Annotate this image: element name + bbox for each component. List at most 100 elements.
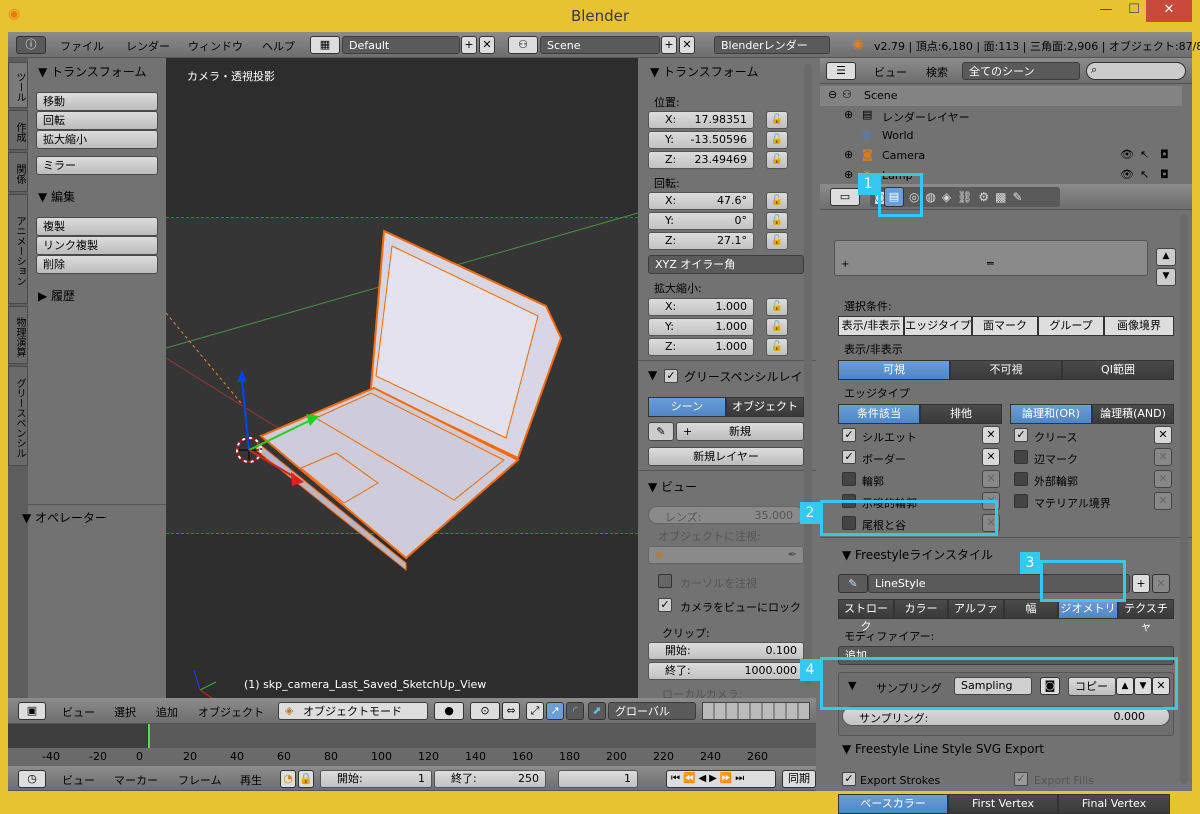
- orientation-dropdown[interactable]: グローバル: [608, 702, 696, 720]
- lock-icon[interactable]: 🔒: [298, 770, 314, 788]
- sync-dropdown[interactable]: 同期: [782, 770, 816, 788]
- outliner-row-renderlayer[interactable]: ⊕ ▤ レンダーレイヤー: [820, 106, 1182, 126]
- move-down-icon[interactable]: ▼: [1156, 268, 1176, 286]
- outliner-filter-dropdown[interactable]: 全てのシーン: [962, 62, 1080, 80]
- layout-field[interactable]: Default: [342, 36, 460, 54]
- cursor-icon[interactable]: ↖: [1140, 148, 1149, 161]
- outliner-view-menu[interactable]: ビュー: [874, 64, 907, 80]
- layers-grid[interactable]: [702, 702, 810, 720]
- gp-new-layer-button[interactable]: 新規レイヤー: [648, 447, 804, 466]
- lock-cursor-checkbox[interactable]: [658, 574, 672, 588]
- rotation-y-field[interactable]: Y: 0°: [648, 212, 754, 230]
- 3d-viewport[interactable]: カメラ・透視投影 (1) skp_camera_Last_Saved_Sketc…: [166, 58, 638, 698]
- minimize-button[interactable]: —: [1092, 0, 1120, 22]
- edge-mark-checkbox[interactable]: [1014, 450, 1028, 464]
- playback-controls[interactable]: ⏮⏪◀▶⏩⏭: [666, 770, 776, 788]
- eye-icon[interactable]: 👁: [1120, 148, 1134, 161]
- lock-icon[interactable]: 🔓: [766, 151, 788, 169]
- exclude-toggle-icon[interactable]: ✕: [982, 426, 1000, 444]
- tab-relations[interactable]: 関係: [8, 152, 28, 192]
- n-panel-scrollbar[interactable]: [804, 64, 812, 684]
- gp-panel-header[interactable]: グリースペンシルレイ: [684, 368, 803, 385]
- marker-menu[interactable]: マーカー: [114, 772, 158, 788]
- linestyle-panel-header[interactable]: ▼ Freestyleラインスタイル: [842, 546, 993, 563]
- select-menu[interactable]: 選択: [114, 704, 136, 720]
- svg-mode-first-vertex[interactable]: First Vertex: [948, 794, 1058, 814]
- menu-window[interactable]: ウィンドウ: [188, 38, 243, 54]
- scene-remove-icon[interactable]: ✕: [679, 36, 695, 54]
- operator-panel-header[interactable]: ▼ オペレーター: [22, 509, 107, 526]
- mirror-button[interactable]: ミラー: [36, 156, 158, 175]
- outliner-row-world[interactable]: ◍ World: [820, 126, 1182, 146]
- maximize-button[interactable]: ☐: [1120, 0, 1148, 22]
- location-y-field[interactable]: Y: -13.50596: [648, 131, 754, 149]
- location-x-field[interactable]: X: 17.98351: [648, 111, 754, 129]
- gp-collapse-icon[interactable]: ▼: [648, 368, 657, 382]
- mode-dropdown[interactable]: ◈ オブジェクトモード: [278, 702, 428, 720]
- lock-icon[interactable]: 🔓: [766, 212, 788, 230]
- expand-icon[interactable]: ⊕: [844, 168, 853, 181]
- visibility-visible[interactable]: 可視: [838, 360, 950, 380]
- outliner-editor-icon[interactable]: ☰: [826, 62, 856, 80]
- logic-and[interactable]: 論理積(AND): [1092, 404, 1174, 424]
- tab-tools[interactable]: ツール: [8, 62, 28, 108]
- svg-export-panel-header[interactable]: ▼ Freestyle Line Style SVG Export: [842, 742, 1044, 756]
- tab-animation[interactable]: アニメーション: [8, 194, 28, 304]
- edge-external-contour-checkbox[interactable]: [1014, 472, 1028, 486]
- current-frame-field[interactable]: 1: [558, 770, 638, 788]
- expand-icon[interactable]: ⊕: [844, 108, 853, 121]
- pivot-icon[interactable]: ⊙: [470, 702, 500, 720]
- edge-border-checkbox[interactable]: ✓: [842, 450, 856, 464]
- scale-button[interactable]: 拡大縮小: [36, 130, 158, 149]
- current-frame-marker[interactable]: [148, 724, 150, 748]
- lock-icon[interactable]: 🔓: [766, 131, 788, 149]
- gp-enable-checkbox[interactable]: ✓: [664, 369, 678, 383]
- scale-gizmo-icon[interactable]: ⬈: [588, 702, 606, 720]
- view-panel-header[interactable]: ▼ ビュー: [648, 478, 697, 495]
- lock-icon[interactable]: 🔓: [766, 192, 788, 210]
- exclude-toggle-icon[interactable]: ✕: [1154, 448, 1172, 466]
- scale-z-field[interactable]: Z: 1.000: [648, 338, 754, 356]
- transform-panel-header[interactable]: ▼ トランスフォーム: [38, 63, 146, 80]
- ls-tab-alpha[interactable]: アルファ: [948, 599, 1004, 619]
- edge-inclusive[interactable]: 条件該当: [838, 404, 920, 424]
- transform-gizmo-icon[interactable]: ⤢: [526, 702, 544, 720]
- lineset-list[interactable]: + ═: [834, 240, 1148, 276]
- rotation-z-field[interactable]: Z: 27.1°: [648, 232, 754, 250]
- edge-exclusive[interactable]: 排他: [920, 404, 1002, 424]
- clip-end-field[interactable]: 終了: 1000.000: [648, 662, 804, 680]
- sel-tab-image-border[interactable]: 画像境界: [1104, 316, 1174, 336]
- edge-crease-checkbox[interactable]: ✓: [1014, 428, 1028, 442]
- info-editor-icon[interactable]: ⓘ: [16, 36, 46, 54]
- playback-menu[interactable]: 再生: [240, 772, 262, 788]
- frame-menu[interactable]: フレーム: [178, 772, 222, 788]
- ls-tab-thickness[interactable]: 幅: [1004, 599, 1058, 619]
- object-menu[interactable]: オブジェクト: [198, 704, 264, 720]
- gp-tab-object[interactable]: オブジェクト: [726, 397, 804, 417]
- linestyle-add-icon[interactable]: +: [1132, 574, 1150, 593]
- svg-mode-final-vertex[interactable]: Final Vertex: [1058, 794, 1170, 814]
- layout-remove-icon[interactable]: ✕: [479, 36, 495, 54]
- outliner-search-menu[interactable]: 検索: [926, 64, 948, 80]
- exclude-toggle-icon[interactable]: ✕: [982, 448, 1000, 466]
- export-strokes-checkbox[interactable]: ✓: [842, 772, 856, 786]
- layout-add-icon[interactable]: +: [461, 36, 477, 54]
- view-menu[interactable]: ビュー: [62, 704, 95, 720]
- scene-field[interactable]: Scene: [540, 36, 660, 54]
- rotate-gizmo-icon[interactable]: ◜: [566, 702, 584, 720]
- export-fills-checkbox[interactable]: ✓: [1014, 772, 1028, 786]
- lock-icon[interactable]: 🔓: [766, 111, 788, 129]
- clock-icon[interactable]: ◷: [18, 770, 46, 788]
- render-engine-dropdown[interactable]: Blenderレンダー: [714, 36, 830, 54]
- eye-icon[interactable]: 👁: [1120, 168, 1134, 181]
- n-transform-header[interactable]: ▼ トランスフォーム: [650, 63, 758, 80]
- properties-editor-icon[interactable]: ▭: [830, 188, 860, 206]
- ls-tab-texture[interactable]: テクスチャ: [1118, 599, 1174, 633]
- render-icon[interactable]: ◘: [1160, 148, 1169, 161]
- start-frame-field[interactable]: 開始: 1: [320, 770, 432, 788]
- tab-grease-pencil[interactable]: グリースペンシル: [8, 366, 28, 466]
- duplicate-linked-button[interactable]: リンク複製: [36, 236, 158, 255]
- svg-mode-base-color[interactable]: ベースカラー: [838, 794, 948, 814]
- manipulator-icon[interactable]: ⇔: [502, 702, 520, 720]
- history-panel-header[interactable]: ▶ 履歴: [38, 287, 75, 304]
